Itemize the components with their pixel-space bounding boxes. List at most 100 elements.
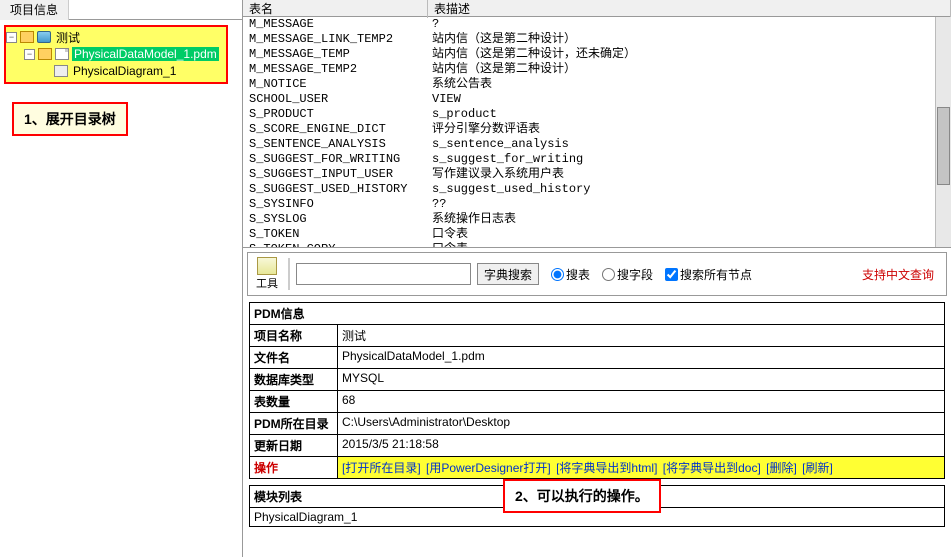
- pdm-info-title: PDM信息: [250, 303, 944, 325]
- scrollbar[interactable]: [935, 17, 951, 247]
- table-row[interactable]: S_PRODUCTs_product: [243, 107, 951, 122]
- table-row[interactable]: M_MESSAGE?: [243, 17, 951, 32]
- cell-desc: 系统操作日志表: [428, 212, 951, 227]
- table-row[interactable]: M_MESSAGE_TEMP2站内信（这是第二种设计）: [243, 62, 951, 77]
- radio-search-table[interactable]: 搜表: [551, 266, 590, 283]
- search-toolbar: 工具 字典搜索 搜表 搜字段 搜索所有节点 支持中文查询: [247, 252, 947, 296]
- check-all-input[interactable]: [665, 268, 678, 281]
- op-export-html[interactable]: [将字典导出到html]: [556, 461, 657, 475]
- op-delete[interactable]: [删除]: [766, 461, 797, 475]
- table-row[interactable]: S_SYSLOG系统操作日志表: [243, 212, 951, 227]
- row-file-value: PhysicalDataModel_1.pdm: [338, 347, 944, 368]
- folder-icon: [38, 48, 52, 60]
- scroll-thumb[interactable]: [937, 107, 950, 185]
- row-db-value: MYSQL: [338, 369, 944, 390]
- note-2: 2、可以执行的操作。: [503, 479, 661, 513]
- db-icon: [37, 31, 51, 43]
- search-button[interactable]: 字典搜索: [477, 263, 539, 285]
- table-row[interactable]: S_SENTENCE_ANALYSISs_sentence_analysis: [243, 137, 951, 152]
- op-open-pd[interactable]: [用PowerDesigner打开]: [426, 461, 551, 475]
- grid-header: 表名 表描述: [243, 0, 951, 17]
- op-open-dir[interactable]: [打开所在目录]: [342, 461, 421, 475]
- row-dir-value: C:\Users\Administrator\Desktop: [338, 413, 944, 434]
- cell-name: S_SUGGEST_INPUT_USER: [243, 167, 428, 182]
- table-row[interactable]: S_SUGGEST_INPUT_USER写作建议录入系统用户表: [243, 167, 951, 182]
- row-count-label: 表数量: [250, 391, 338, 412]
- note-1: 1、展开目录树: [12, 102, 128, 136]
- radio-table-input[interactable]: [551, 268, 564, 281]
- tree-diagram[interactable]: PhysicalDiagram_1: [54, 63, 238, 79]
- check-search-all[interactable]: 搜索所有节点: [665, 266, 752, 283]
- cell-desc: 站内信（这是第二种设计）: [428, 62, 951, 77]
- cell-name: M_MESSAGE: [243, 17, 428, 32]
- table-row[interactable]: S_SYSINFO??: [243, 197, 951, 212]
- cell-desc: 口令表: [428, 227, 951, 242]
- radio-field-text: 搜字段: [617, 266, 653, 283]
- col-header-desc[interactable]: 表描述: [428, 0, 951, 18]
- radio-table-text: 搜表: [566, 266, 590, 283]
- table-row[interactable]: S_TOKEN_COPY口令表: [243, 242, 951, 248]
- cell-desc: VIEW: [428, 92, 951, 107]
- op-export-doc[interactable]: [将字典导出到doc]: [663, 461, 761, 475]
- search-input[interactable]: [296, 263, 471, 285]
- table-row[interactable]: M_MESSAGE_TEMP站内信（这是第二种设计，还未确定）: [243, 47, 951, 62]
- cell-name: S_SYSLOG: [243, 212, 428, 227]
- folder-icon: [20, 31, 34, 43]
- tree-area: − 测试 − PhysicalDataModel_1.pdm PhysicalD…: [0, 20, 242, 557]
- row-count-value: 68: [338, 391, 944, 412]
- row-file-label: 文件名: [250, 347, 338, 368]
- col-header-name[interactable]: 表名: [243, 0, 428, 18]
- cell-name: S_PRODUCT: [243, 107, 428, 122]
- cell-name: M_MESSAGE_TEMP2: [243, 62, 428, 77]
- cell-desc: 写作建议录入系统用户表: [428, 167, 951, 182]
- collapse-icon[interactable]: −: [6, 32, 17, 43]
- table-row[interactable]: S_SCORE_ENGINE_DICT评分引擎分数评语表: [243, 122, 951, 137]
- row-name-value: 测试: [338, 325, 944, 346]
- radio-field-input[interactable]: [602, 268, 615, 281]
- row-db-label: 数据库类型: [250, 369, 338, 390]
- cell-desc: s_suggest_used_history: [428, 182, 951, 197]
- row-dir-label: PDM所在目录: [250, 413, 338, 434]
- left-tab-bar: 项目信息: [0, 0, 242, 20]
- cell-desc: 站内信（这是第二种设计，还未确定）: [428, 47, 951, 62]
- cell-name: M_NOTICE: [243, 77, 428, 92]
- cell-desc: s_suggest_for_writing: [428, 152, 951, 167]
- cell-name: S_TOKEN: [243, 227, 428, 242]
- cell-desc: 评分引擎分数评语表: [428, 122, 951, 137]
- cell-desc: 系统公告表: [428, 77, 951, 92]
- tree-file[interactable]: − PhysicalDataModel_1.pdm: [24, 46, 238, 62]
- cell-name: S_TOKEN_COPY: [243, 242, 428, 248]
- tree-root[interactable]: − 测试: [6, 29, 238, 45]
- tools-icon: [257, 257, 277, 275]
- row-name-label: 项目名称: [250, 325, 338, 346]
- table-grid: 表名 表描述 M_MESSAGE?M_MESSAGE_LINK_TEMP2站内信…: [243, 0, 951, 248]
- tools-label: 工具: [252, 275, 282, 291]
- grid-body[interactable]: M_MESSAGE?M_MESSAGE_LINK_TEMP2站内信（这是第二种设…: [243, 17, 951, 248]
- row-op-label: 操作: [250, 457, 338, 478]
- table-row[interactable]: S_SUGGEST_FOR_WRITINGs_suggest_for_writi…: [243, 152, 951, 167]
- cell-name: M_MESSAGE_TEMP: [243, 47, 428, 62]
- radio-search-field[interactable]: 搜字段: [602, 266, 653, 283]
- table-row[interactable]: M_MESSAGE_LINK_TEMP2站内信（这是第二种设计）: [243, 32, 951, 47]
- row-op-value: [打开所在目录] [用PowerDesigner打开] [将字典导出到html]…: [338, 457, 944, 478]
- tree-diagram-label: PhysicalDiagram_1: [71, 64, 178, 78]
- cell-desc: 口令表: [428, 242, 951, 248]
- cell-desc: 站内信（这是第二种设计）: [428, 32, 951, 47]
- cell-name: S_SUGGEST_FOR_WRITING: [243, 152, 428, 167]
- cell-desc: ??: [428, 197, 951, 212]
- tools-button[interactable]: 工具: [252, 257, 282, 291]
- file-icon: [55, 48, 69, 60]
- table-row[interactable]: S_SUGGEST_USED_HISTORYs_suggest_used_his…: [243, 182, 951, 197]
- tab-project-info[interactable]: 项目信息: [0, 0, 69, 20]
- cell-name: SCHOOL_USER: [243, 92, 428, 107]
- table-row[interactable]: M_NOTICE系统公告表: [243, 77, 951, 92]
- collapse-icon[interactable]: −: [24, 49, 35, 60]
- table-row[interactable]: S_TOKEN口令表: [243, 227, 951, 242]
- cell-desc: ?: [428, 17, 951, 32]
- support-zh-label: 支持中文查询: [862, 266, 934, 283]
- diagram-icon: [54, 65, 68, 77]
- left-panel: 项目信息 − 测试 − PhysicalDataModel_1.pdm Phys…: [0, 0, 243, 557]
- table-row[interactable]: SCHOOL_USERVIEW: [243, 92, 951, 107]
- tree-file-label: PhysicalDataModel_1.pdm: [72, 47, 219, 61]
- op-refresh[interactable]: [刷新]: [802, 461, 833, 475]
